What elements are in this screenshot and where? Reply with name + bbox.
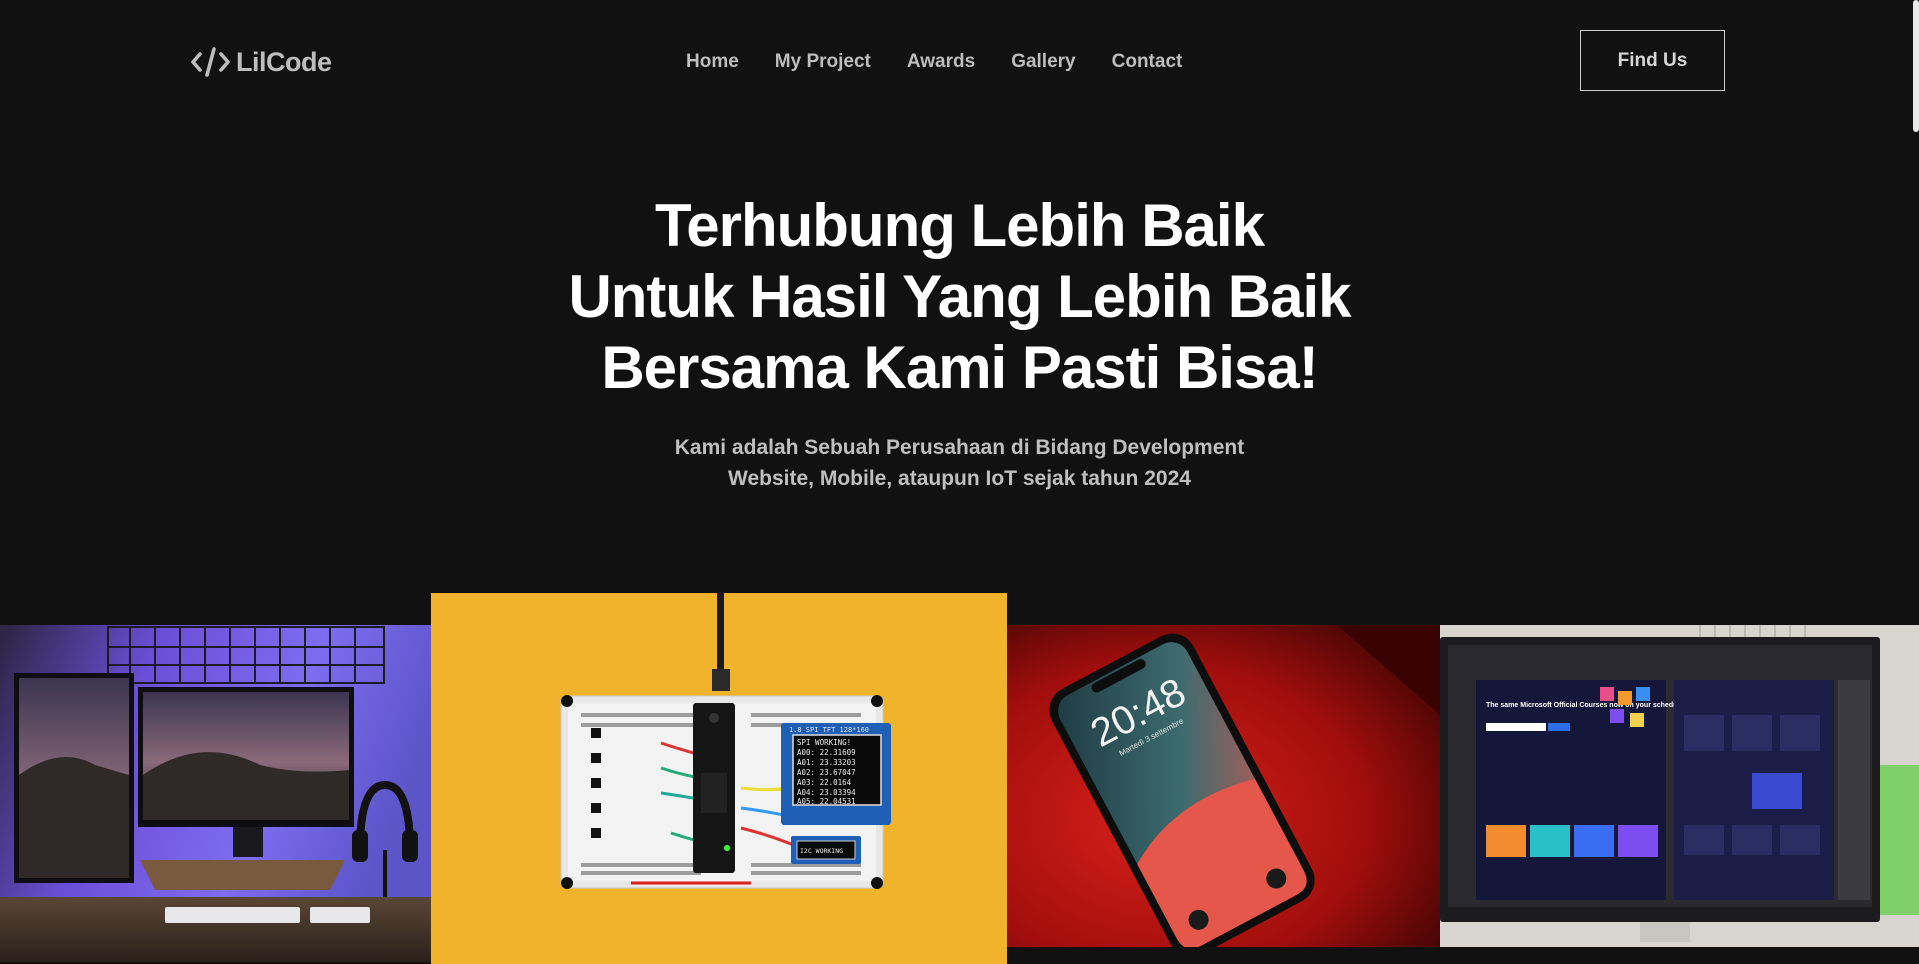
monitor-photo: The same Microsoft Official Courses now … (1440, 625, 1919, 947)
site-header: LilCode Home My Project Awards Gallery C… (0, 0, 1919, 120)
desk-setup-illustration (0, 625, 431, 962)
hero-subtitle: Kami adalah Sebuah Perusahaan di Bidang … (0, 432, 1919, 494)
find-us-button[interactable]: Find Us (1580, 30, 1725, 91)
hero-title-line: Untuk Hasil Yang Lebih Baik (568, 263, 1351, 330)
tft-screen-line: A04: 23.03394 (797, 788, 856, 797)
logo-link[interactable]: LilCode (190, 44, 332, 80)
hero-subtitle-line: Website, Mobile, ataupun IoT sejak tahun… (728, 467, 1191, 490)
tft-screen-line: A03: 22.0164 (797, 778, 852, 787)
i2c-screen-label: I2C WORKING (800, 847, 843, 855)
code-brackets-icon (191, 47, 230, 77)
tft-screen-line: A02: 23.67047 (797, 768, 856, 777)
desk-setup-photo (0, 625, 431, 962)
tft-screen-line: A01: 23.33203 (797, 758, 856, 767)
nav-gallery[interactable]: Gallery (1007, 50, 1079, 74)
photo-gallery: 1.8 SPI TFT 128*160 SPI WORKING! A00: 22… (0, 593, 1919, 964)
hero-title-line: Bersama Kami Pasti Bisa! (601, 334, 1318, 401)
hero-title: Terhubung Lebih Baik Untuk Hasil Yang Le… (0, 190, 1919, 403)
monitor-illustration: The same Microsoft Official Courses now … (1440, 625, 1919, 947)
nav-my-project[interactable]: My Project (771, 50, 875, 74)
hero-title-line: Terhubung Lebih Baik (655, 192, 1265, 259)
smartphone-photo: 20:48 Martedì 3 settembre (1007, 625, 1440, 947)
scrollbar-thumb[interactable] (1913, 0, 1919, 132)
nav-awards[interactable]: Awards (903, 50, 979, 74)
main-nav: Home My Project Awards Gallery Contact (682, 50, 1214, 74)
smartphone-illustration: 20:48 Martedì 3 settembre (1007, 625, 1440, 947)
nav-home[interactable]: Home (682, 50, 743, 74)
tft-screen-line: A00: 22.31609 (797, 748, 856, 757)
breadboard-illustration: 1.8 SPI TFT 128*160 SPI WORKING! A00: 22… (431, 593, 1007, 964)
tft-board-label: 1.8 SPI TFT 128*160 (789, 726, 869, 734)
nav-contact[interactable]: Contact (1108, 50, 1187, 74)
logo-text: LilCode (236, 46, 332, 77)
hero-subtitle-line: Kami adalah Sebuah Perusahaan di Bidang … (674, 436, 1245, 459)
breadboard-photo: 1.8 SPI TFT 128*160 SPI WORKING! A00: 22… (431, 593, 1007, 964)
tft-screen-line: SPI WORKING! (797, 738, 851, 747)
tft-screen-line: A05: 22.04531 (797, 797, 856, 806)
